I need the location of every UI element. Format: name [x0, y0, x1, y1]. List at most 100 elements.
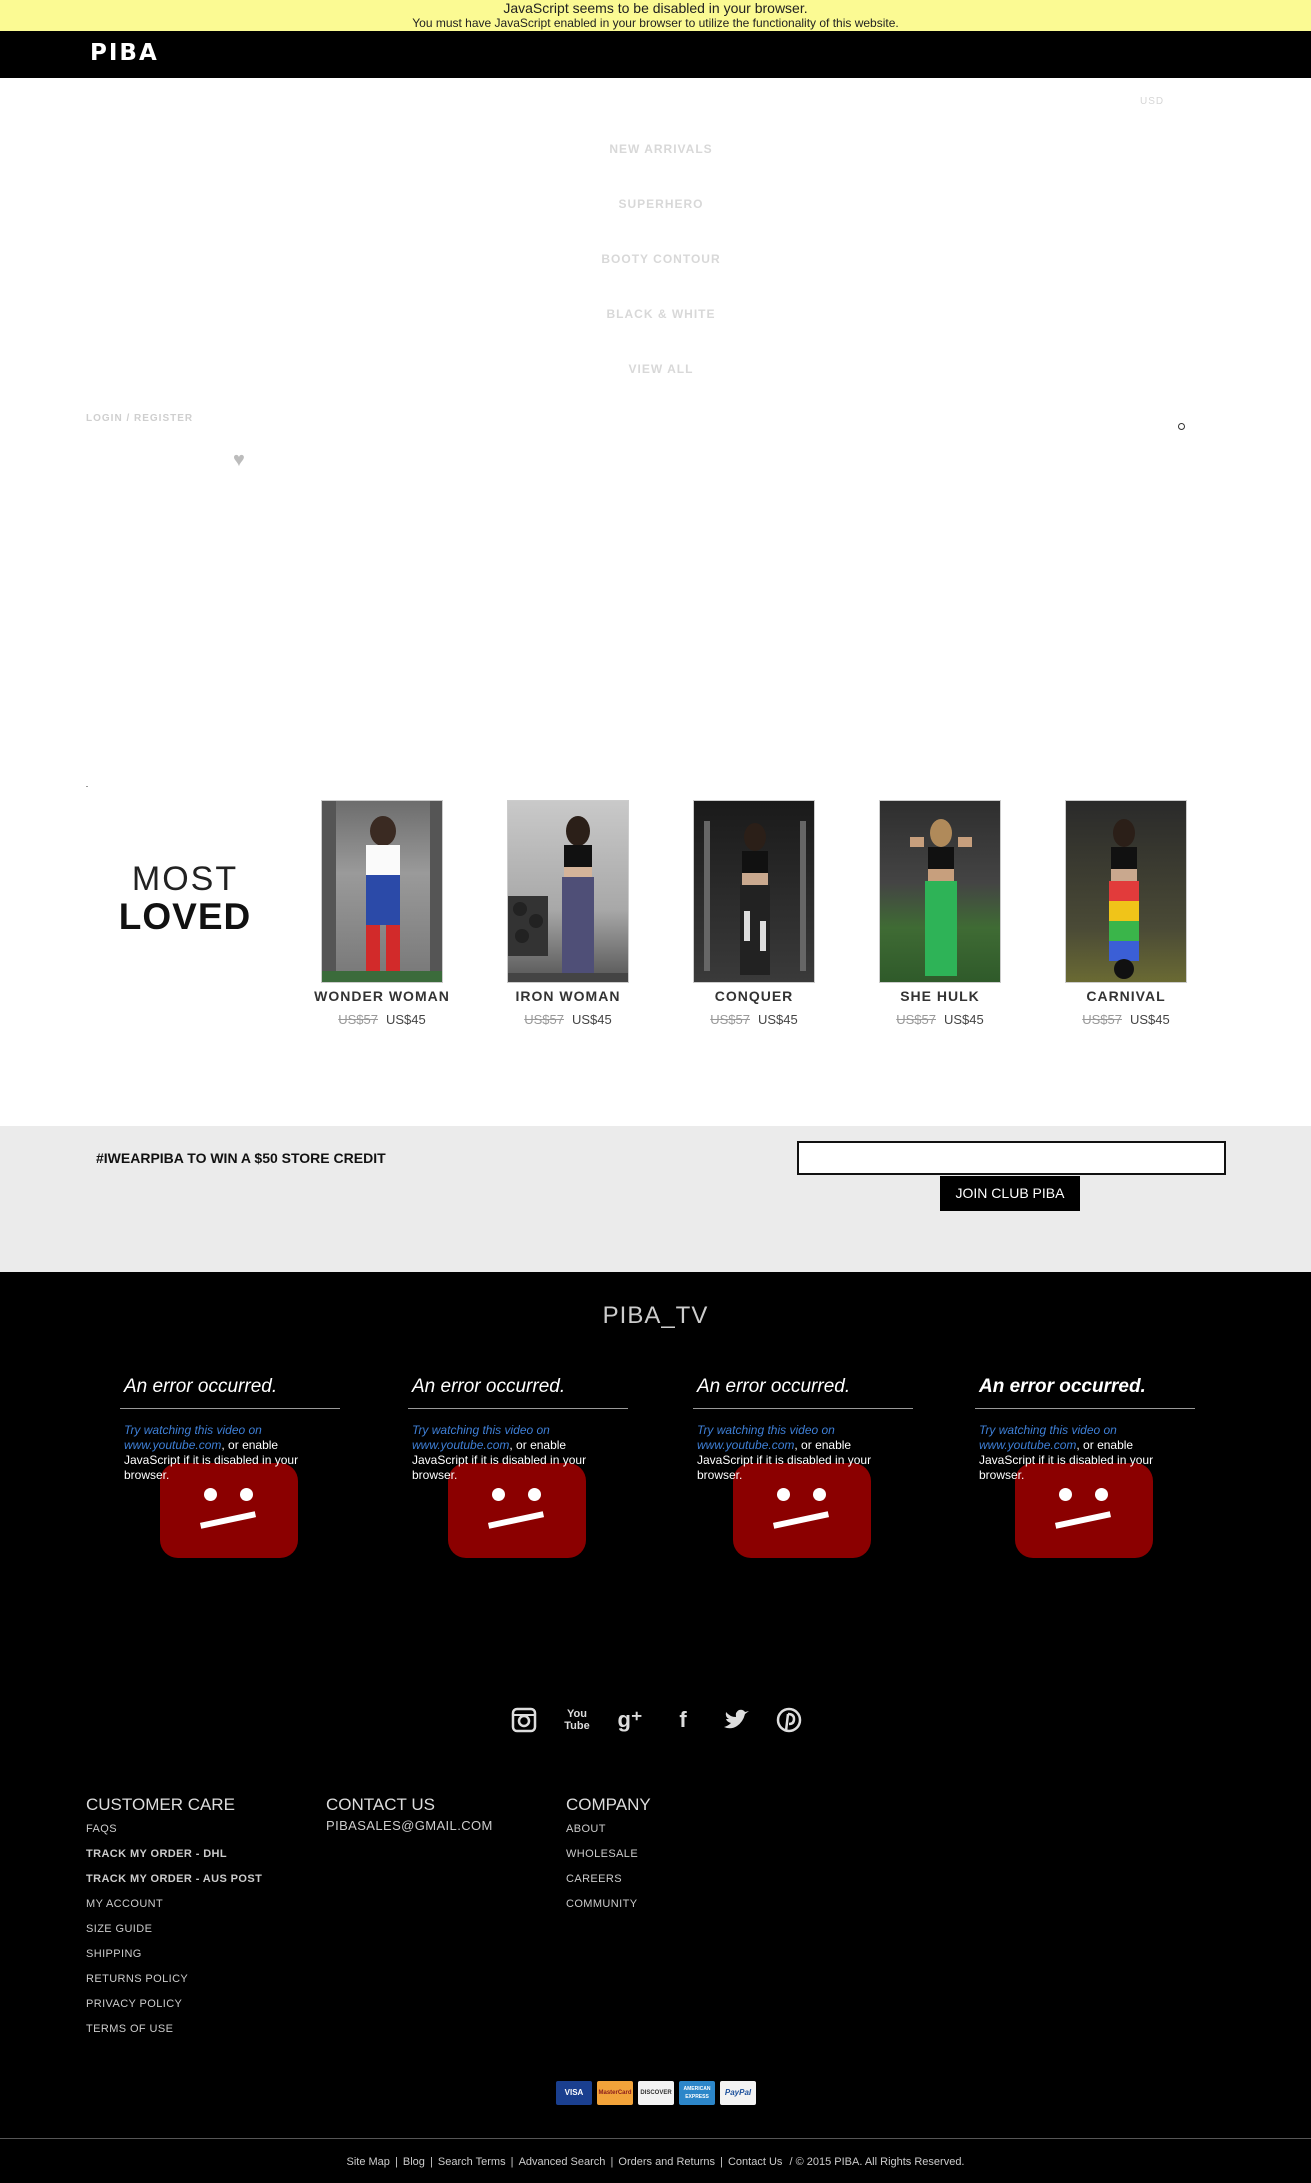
facebook-icon[interactable]: f [668, 1705, 698, 1735]
video-error-title: An error occurred. [408, 1368, 628, 1409]
footer-link-orders-returns[interactable]: Orders and Returns [618, 2156, 715, 2168]
product-image[interactable] [693, 800, 815, 983]
footer-link-sitemap[interactable]: Site Map [347, 2156, 390, 2168]
nav-booty-contour[interactable]: BOOTY CONTOUR [455, 252, 867, 266]
nav-view-all[interactable]: VIEW ALL [455, 362, 867, 376]
video-embed[interactable]: An error occurred. Try watching this vid… [408, 1368, 628, 1578]
video-embed[interactable]: An error occurred. Try watching this vid… [120, 1368, 340, 1578]
video-embed[interactable]: An error occurred. Try watching this vid… [693, 1368, 913, 1578]
piba-tv-title: PIBA_TV [602, 1302, 709, 1329]
product-price: US$57 US$45 [302, 1012, 462, 1027]
video-error-message: Try watching this video on www.youtube.c… [412, 1423, 587, 1482]
footer-link-shipping[interactable]: SHIPPING [86, 1948, 142, 1960]
instagram-icon[interactable] [509, 1705, 539, 1735]
header-bar [0, 31, 1311, 78]
product-price: US$57 US$45 [860, 1012, 1020, 1027]
notice-message: You must have JavaScript enabled in your… [412, 16, 899, 30]
mastercard-icon: MasterCard [597, 2081, 633, 2105]
footer-link-advanced-search[interactable]: Advanced Search [519, 2156, 606, 2168]
search-icon[interactable] [1178, 423, 1185, 430]
product-sale-price: US$45 [572, 1012, 612, 1027]
footer-link-my-account[interactable]: MY ACCOUNT [86, 1898, 163, 1910]
footer-link-faqs[interactable]: FAQS [86, 1823, 117, 1835]
footer-link-size-guide[interactable]: SIZE GUIDE [86, 1923, 152, 1935]
product-card[interactable]: CONQUER US$57 US$45 [674, 800, 834, 1027]
video-error-title: An error occurred. [975, 1368, 1195, 1409]
footer-link-blog[interactable]: Blog [403, 2156, 425, 2168]
product-name[interactable]: IRON WOMAN [488, 988, 648, 1004]
product-name[interactable]: WONDER WOMAN [302, 988, 462, 1004]
nav-black-white[interactable]: BLACK & WHITE [455, 307, 867, 321]
product-photo-iron-woman [508, 816, 628, 982]
product-name[interactable]: CARNIVAL [1046, 988, 1206, 1004]
product-image[interactable] [507, 800, 629, 983]
pinterest-icon[interactable] [774, 1705, 804, 1735]
product-card[interactable]: IRON WOMAN US$57 US$45 [488, 800, 648, 1027]
contact-heading: CONTACT US [326, 1795, 435, 1814]
notice-title: JavaScript seems to be disabled in your … [503, 0, 808, 16]
footer-link-privacy[interactable]: PRIVACY POLICY [86, 1998, 182, 2010]
footer-link-search-terms[interactable]: Search Terms [438, 2156, 506, 2168]
product-image[interactable] [879, 800, 1001, 983]
js-disabled-notice: JavaScript seems to be disabled in your … [0, 0, 1311, 31]
video-error-title: An error occurred. [120, 1368, 340, 1409]
nav-new-arrivals[interactable]: NEW ARRIVALS [455, 142, 867, 156]
join-club-button[interactable]: JOIN CLUB PIBA [940, 1176, 1080, 1211]
paypal-icon: PayPal [720, 2081, 756, 2105]
product-old-price: US$57 [896, 1012, 936, 1027]
twitter-icon[interactable] [721, 1705, 751, 1735]
footer-link-returns[interactable]: RETURNS POLICY [86, 1973, 188, 1985]
google-plus-icon[interactable]: g⁺ [615, 1705, 645, 1735]
youtube-icon[interactable]: You Tube [562, 1705, 592, 1735]
video-error-message: Try watching this video on www.youtube.c… [697, 1423, 872, 1482]
product-old-price: US$57 [338, 1012, 378, 1027]
product-old-price: US$57 [524, 1012, 564, 1027]
most-loved-title-line2: LOVED [118, 896, 252, 937]
product-old-price: US$57 [710, 1012, 750, 1027]
product-photo-conquer [704, 821, 806, 975]
newsletter-email-input[interactable] [797, 1141, 1226, 1175]
customer-care-heading: CUSTOMER CARE [86, 1795, 235, 1814]
product-card[interactable]: WONDER WOMAN US$57 US$45 [302, 800, 462, 1027]
divider [86, 786, 88, 787]
product-price: US$57 US$45 [1046, 1012, 1206, 1027]
nav-superhero[interactable]: SUPERHERO [455, 197, 867, 211]
footer-link-track-auspost[interactable]: TRACK MY ORDER - AUS POST [86, 1873, 262, 1885]
product-name[interactable]: CONQUER [674, 988, 834, 1004]
video-error-message: Try watching this video on www.youtube.c… [979, 1423, 1154, 1482]
product-sale-price: US$45 [1130, 1012, 1170, 1027]
footer-link-community[interactable]: COMMUNITY [566, 1898, 637, 1910]
footer-link-terms[interactable]: TERMS OF USE [86, 2023, 173, 2035]
product-name[interactable]: SHE HULK [860, 988, 1020, 1004]
footer-link-about[interactable]: ABOUT [566, 1823, 606, 1835]
product-sale-price: US$45 [386, 1012, 426, 1027]
product-sale-price: US$45 [944, 1012, 984, 1027]
copyright: / © 2015 PIBA. All Rights Reserved. [789, 2156, 965, 2168]
currency-switcher[interactable]: USD [1140, 96, 1164, 107]
footer-link-track-dhl[interactable]: TRACK MY ORDER - DHL [86, 1848, 227, 1860]
product-card[interactable]: SHE HULK US$57 US$45 [860, 800, 1020, 1027]
footer-bottom-bar: Site Map | Blog | Search Terms | Advance… [346, 2156, 965, 2168]
company-heading: COMPANY [566, 1795, 651, 1814]
product-card[interactable]: CARNIVAL US$57 US$45 [1046, 800, 1206, 1027]
video-embed[interactable]: An error occurred. Try watching this vid… [975, 1368, 1195, 1578]
product-sale-price: US$45 [758, 1012, 798, 1027]
footer-link-contact[interactable]: Contact Us [728, 2156, 782, 2168]
site-logo[interactable]: PIBA [90, 40, 159, 66]
contact-email[interactable]: PIBASALES@GMAIL.COM [326, 1818, 493, 1833]
product-price: US$57 US$45 [488, 1012, 648, 1027]
product-image[interactable] [321, 800, 443, 983]
promo-text: #IWEARPIBA TO WIN A $50 STORE CREDIT [96, 1150, 386, 1166]
login-register-link[interactable]: LOGIN / REGISTER [86, 413, 193, 424]
most-loved-title-line1: MOST [131, 860, 239, 898]
discover-icon: DISCOVER [638, 2081, 674, 2105]
footer-link-careers[interactable]: CAREERS [566, 1873, 622, 1885]
product-photo-carnival [1109, 819, 1139, 979]
product-photo-she-hulk [910, 819, 972, 976]
product-old-price: US$57 [1082, 1012, 1122, 1027]
product-image[interactable] [1065, 800, 1187, 983]
footer-divider [0, 2138, 1311, 2139]
footer-link-wholesale[interactable]: WHOLESALE [566, 1848, 638, 1860]
wishlist-heart-icon[interactable]: ♥ [233, 449, 245, 472]
amex-icon: AMERICAN EXPRESS [679, 2081, 715, 2105]
